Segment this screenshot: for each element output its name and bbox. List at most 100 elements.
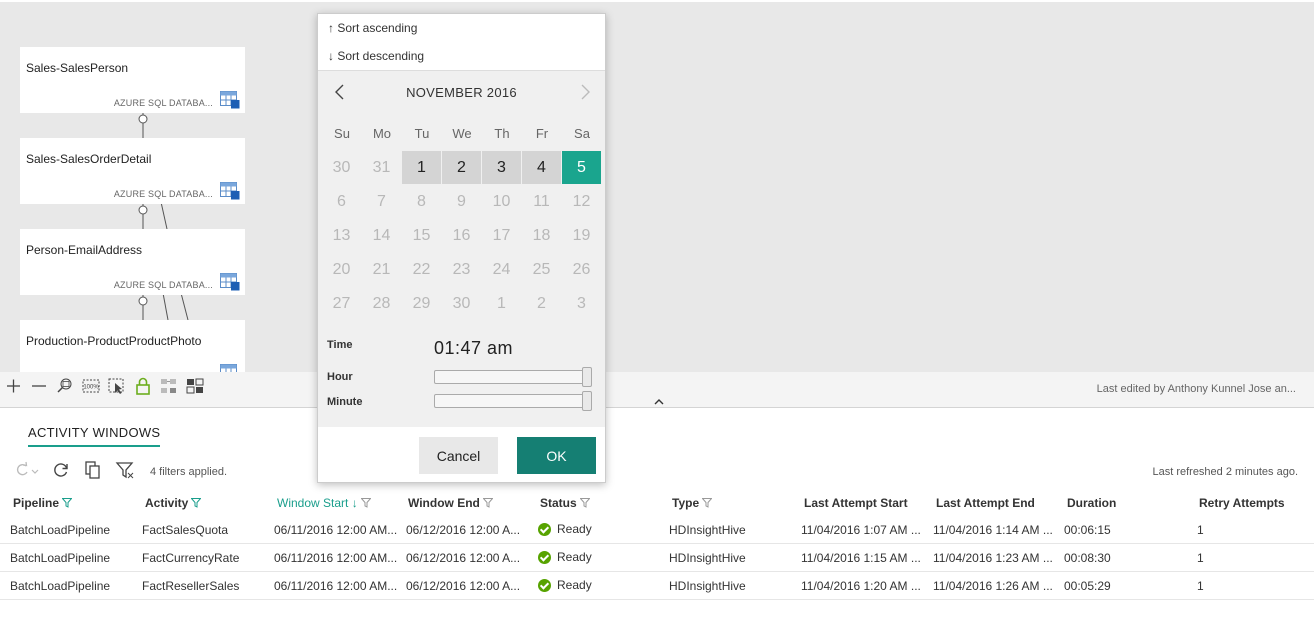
column-header-last-attempt-start[interactable]: Last Attempt Start (804, 496, 908, 510)
column-header-last-attempt-end[interactable]: Last Attempt End (936, 496, 1035, 510)
table-row[interactable]: BatchLoadPipeline FactResellerSales 06/1… (0, 572, 1314, 600)
layout-icon[interactable] (159, 376, 179, 396)
time-value: 01:47 am (434, 338, 514, 358)
day-cell: 18 (532, 227, 551, 244)
date-picker: NOVEMBER 2016 Su Mo Tu We Th Fr Sa 30 31 1… (318, 70, 605, 427)
chevron-right-icon[interactable] (577, 83, 593, 101)
column-header-activity[interactable]: Activity (145, 496, 202, 510)
day-cell: 12 (572, 193, 591, 210)
cell-pipeline: BatchLoadPipeline (10, 579, 111, 593)
copy-icon[interactable] (83, 460, 103, 480)
weekday-label: Th (494, 126, 510, 141)
hour-slider-thumb[interactable] (582, 367, 592, 387)
day-cell: 25 (532, 261, 551, 278)
filter-icon[interactable] (62, 498, 73, 508)
dataset-type: AZURE SQL DATABA... (113, 98, 213, 108)
day-cell: 8 (417, 193, 426, 210)
column-label: Activity (145, 496, 189, 510)
cell-status: Ready (538, 522, 592, 536)
day-cell[interactable]: 3 (482, 151, 521, 184)
table-row[interactable]: BatchLoadPipeline FactCurrencyRate 06/11… (0, 544, 1314, 572)
filter-icon[interactable] (191, 498, 202, 508)
cell-type: HDInsightHive (669, 523, 746, 537)
selected-day-cell[interactable]: 5 (562, 151, 601, 184)
weekday-label: Fr (535, 126, 549, 141)
tab-activity-windows[interactable]: ACTIVITY WINDOWS (28, 425, 161, 447)
day-cell: 7 (377, 193, 386, 210)
day-cell: 20 (332, 261, 351, 278)
refresh-icon[interactable] (51, 460, 71, 480)
column-header-retry-attempts[interactable]: Retry Attempts (1199, 496, 1285, 510)
cell-last-attempt-end: 11/04/2016 1:26 AM ... (933, 579, 1053, 593)
column-header-status[interactable]: Status (540, 496, 590, 510)
weekday-label: Sa (574, 126, 590, 141)
day-cell: 17 (492, 227, 511, 244)
day-cell[interactable]: 1 (402, 151, 441, 184)
cancel-button[interactable]: Cancel (419, 437, 498, 474)
column-header-pipeline[interactable]: Pipeline (13, 496, 73, 510)
dataset-node[interactable]: Sales-SalesPerson AZURE SQL DATABA... (20, 47, 245, 113)
dataset-node[interactable]: Sales-SalesOrderDetail AZURE SQL DATABA.… (20, 138, 245, 204)
weekday-label: Tu (414, 126, 430, 141)
cell-pipeline: BatchLoadPipeline (10, 523, 111, 537)
day-cell: 14 (372, 227, 391, 244)
dataset-type: AZURE SQL DATABA... (113, 189, 213, 199)
cell-retry-attempts: 1 (1197, 523, 1204, 537)
ready-check-icon (538, 550, 551, 564)
sort-ascending-item[interactable]: ↑ Sort ascending (328, 21, 417, 35)
last-refreshed-text: Last refreshed 2 minutes ago. (1152, 466, 1298, 478)
day-cell[interactable]: 4 (522, 151, 561, 184)
chevron-down-icon[interactable] (30, 460, 40, 480)
ok-button[interactable]: OK (517, 437, 596, 474)
filter-icon[interactable] (579, 498, 590, 508)
weekday-label: Mo (372, 126, 392, 141)
zoom-in-icon[interactable] (4, 376, 24, 396)
fit-selection-icon[interactable] (107, 376, 127, 396)
day-cell: 9 (457, 193, 466, 210)
cell-last-attempt-end: 11/04/2016 1:23 AM ... (933, 551, 1053, 565)
day-cell[interactable]: 2 (442, 151, 481, 184)
filter-icon[interactable] (702, 498, 713, 508)
zoom-out-icon[interactable] (29, 376, 49, 396)
table-row[interactable]: BatchLoadPipeline FactSalesQuota 06/11/2… (0, 516, 1314, 544)
sql-table-icon (220, 182, 240, 200)
dataset-node[interactable]: Person-EmailAddress AZURE SQL DATABA... (20, 229, 245, 295)
sql-table-icon (220, 273, 240, 291)
lock-icon[interactable] (133, 376, 153, 396)
cell-last-attempt-start: 11/04/2016 1:07 AM ... (801, 523, 921, 537)
chevron-up-icon[interactable] (652, 397, 666, 407)
column-header-type[interactable]: Type (672, 496, 713, 510)
cell-activity: FactCurrencyRate (142, 551, 240, 565)
cell-window-start: 06/11/2016 12:00 AM... (274, 579, 398, 593)
column-header-duration[interactable]: Duration (1067, 496, 1116, 510)
zoom-100-icon[interactable]: 100% (81, 376, 101, 396)
filter-icon[interactable] (482, 498, 493, 508)
column-header-window-end[interactable]: Window End (408, 496, 493, 510)
day-cell: 10 (492, 193, 511, 210)
pipeline-diagram-canvas[interactable]: Sales-SalesPerson AZURE SQL DATABA... Sa… (0, 2, 1314, 372)
column-label: Duration (1067, 496, 1117, 510)
svg-text:100%: 100% (83, 385, 99, 391)
day-cell: 19 (572, 227, 591, 244)
cell-window-end: 06/12/2016 12:00 A... (406, 579, 521, 593)
dataset-node[interactable]: Production-ProductProductPhoto AZURE SQL… (20, 320, 245, 372)
hour-slider[interactable] (434, 367, 592, 387)
cell-pipeline: BatchLoadPipeline (10, 551, 111, 565)
sort-descending-item[interactable]: ↓ Sort descending (328, 49, 424, 63)
arrange-icon[interactable] (185, 376, 205, 396)
cell-window-end: 06/12/2016 12:00 A... (406, 523, 521, 537)
zoom-to-fit-icon[interactable] (55, 376, 75, 396)
filter-icon[interactable] (115, 460, 135, 480)
status-text: Ready (557, 578, 592, 592)
filter-icon[interactable] (360, 498, 371, 508)
minute-slider[interactable] (434, 391, 592, 411)
column-label: Window Start ↓ (277, 496, 358, 510)
day-cell: 2 (537, 295, 546, 312)
rerun-icon[interactable] (12, 460, 32, 480)
day-cell: 16 (452, 227, 471, 244)
minute-slider-thumb[interactable] (582, 391, 592, 411)
column-filter-popup: ↑ Sort ascending ↓ Sort descending NOVEM… (317, 13, 606, 483)
dataset-name: Sales-SalesPerson (26, 61, 129, 75)
column-label: Status (540, 496, 577, 510)
column-header-window-start[interactable]: Window Start ↓ (277, 496, 371, 510)
